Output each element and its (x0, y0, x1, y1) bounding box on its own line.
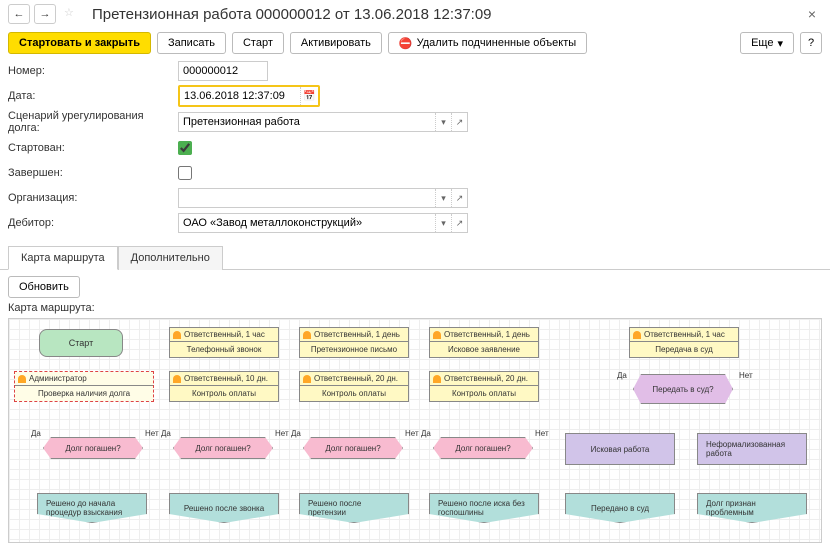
date-label: Дата: (8, 90, 178, 102)
help-button[interactable]: ? (800, 32, 822, 54)
edge-no: Нет (145, 429, 159, 438)
person-icon (173, 331, 181, 339)
wf-paid-decision-4[interactable]: Долг погашен? (433, 437, 533, 459)
chevron-down-icon: ▾ (777, 37, 783, 50)
more-button[interactable]: Еще ▾ (740, 32, 794, 54)
page-title: Претензионная работа 000000012 от 13.06.… (92, 6, 492, 23)
scenario-label: Сценарий урегулирования долга: (8, 110, 178, 134)
edge-no: Нет (405, 429, 419, 438)
tab-route-map[interactable]: Карта маршрута (8, 246, 118, 270)
nav-forward-button[interactable]: → (34, 4, 56, 24)
refresh-button[interactable]: Обновить (8, 276, 80, 298)
started-checkbox[interactable] (178, 141, 192, 155)
wf-result-4[interactable]: Решено после иска без госпошлины (429, 493, 539, 523)
person-icon (433, 375, 441, 383)
org-label: Организация: (8, 192, 178, 204)
wf-paid-decision-1[interactable]: Долг погашен? (43, 437, 143, 459)
edge-no: Нет (535, 429, 549, 438)
person-icon (433, 331, 441, 339)
wf-phone-task[interactable]: Ответственный, 1 час Телефонный звонок (169, 327, 279, 358)
nav-back-button[interactable]: ← (8, 4, 30, 24)
debtor-open-button[interactable]: ↗ (451, 214, 467, 232)
scenario-select: ▾ ↗ (178, 112, 468, 132)
debtor-dropdown-button[interactable]: ▾ (435, 214, 451, 232)
activate-button[interactable]: Активировать (290, 32, 382, 54)
wf-result-6[interactable]: Долг признан проблемным (697, 493, 807, 523)
person-icon (173, 375, 181, 383)
wf-letter-task[interactable]: Ответственный, 1 день Претензионное пись… (299, 327, 409, 358)
wf-ctrl2-task[interactable]: Ответственный, 20 дн. Контроль оплаты (299, 371, 409, 402)
number-label: Номер: (8, 65, 178, 77)
edge-yes: Да (31, 429, 41, 438)
wf-informal-box[interactable]: Неформализованная работа (697, 433, 807, 465)
wf-result-3[interactable]: Решено после претензии (299, 493, 409, 523)
date-field: 📅 (178, 85, 320, 107)
wf-claim-task[interactable]: Ответственный, 1 день Исковое заявление (429, 327, 539, 358)
scenario-input[interactable] (179, 113, 435, 131)
person-icon (303, 331, 311, 339)
start-and-close-button[interactable]: Стартовать и закрыть (8, 32, 151, 54)
edge-yes: Да (421, 429, 431, 438)
person-icon (633, 331, 641, 339)
close-icon[interactable]: × (802, 4, 822, 24)
number-input[interactable] (178, 61, 268, 81)
edge-yes: Да (161, 429, 171, 438)
edge-yes: Да (291, 429, 301, 438)
wf-admin-task[interactable]: Администратор Проверка наличия долга (14, 371, 154, 402)
wf-paid-decision-3[interactable]: Долг погашен? (303, 437, 403, 459)
wf-lawsuit-box[interactable]: Исковая работа (565, 433, 675, 465)
person-icon (18, 375, 26, 383)
edge-no: Нет (739, 371, 753, 380)
started-label: Стартован: (8, 142, 178, 154)
finished-checkbox[interactable] (178, 166, 192, 180)
workflow-canvas[interactable]: Старт Администратор Проверка наличия дол… (8, 318, 822, 543)
delete-icon: ⛔ (399, 37, 413, 50)
debtor-input[interactable] (179, 214, 435, 232)
favorite-star-icon[interactable]: ☆ (64, 6, 80, 22)
scenario-dropdown-button[interactable]: ▾ (435, 113, 451, 131)
debtor-select: ▾ ↗ (178, 213, 468, 233)
start-button[interactable]: Старт (232, 32, 284, 54)
wf-ctrl1-task[interactable]: Ответственный, 10 дн. Контроль оплаты (169, 371, 279, 402)
wf-court-decision[interactable]: Передать в суд? (633, 374, 733, 404)
org-input[interactable] (179, 189, 435, 207)
wf-court-task[interactable]: Ответственный, 1 час Передача в суд (629, 327, 739, 358)
tab-additional[interactable]: Дополнительно (118, 246, 223, 270)
wf-ctrl3-task[interactable]: Ответственный, 20 дн. Контроль оплаты (429, 371, 539, 402)
finished-label: Завершен: (8, 167, 178, 179)
wf-start-node[interactable]: Старт (39, 329, 123, 357)
person-icon (303, 375, 311, 383)
wf-result-1[interactable]: Решено до начала процедур взыскания (37, 493, 147, 523)
date-picker-button[interactable]: 📅 (300, 87, 318, 105)
route-map-label: Карта маршрута: (8, 302, 822, 314)
wf-result-5[interactable]: Передано в суд (565, 493, 675, 523)
debtor-label: Дебитор: (8, 217, 178, 229)
date-input[interactable] (180, 87, 300, 105)
edge-no: Нет (275, 429, 289, 438)
wf-result-2[interactable]: Решено после звонка (169, 493, 279, 523)
org-select: ▾ ↗ (178, 188, 468, 208)
org-dropdown-button[interactable]: ▾ (435, 189, 451, 207)
edge-yes: Да (617, 371, 627, 380)
wf-paid-decision-2[interactable]: Долг погашен? (173, 437, 273, 459)
delete-subordinate-button[interactable]: ⛔Удалить подчиненные объекты (388, 32, 587, 54)
org-open-button[interactable]: ↗ (451, 189, 467, 207)
scenario-open-button[interactable]: ↗ (451, 113, 467, 131)
save-button[interactable]: Записать (157, 32, 226, 54)
